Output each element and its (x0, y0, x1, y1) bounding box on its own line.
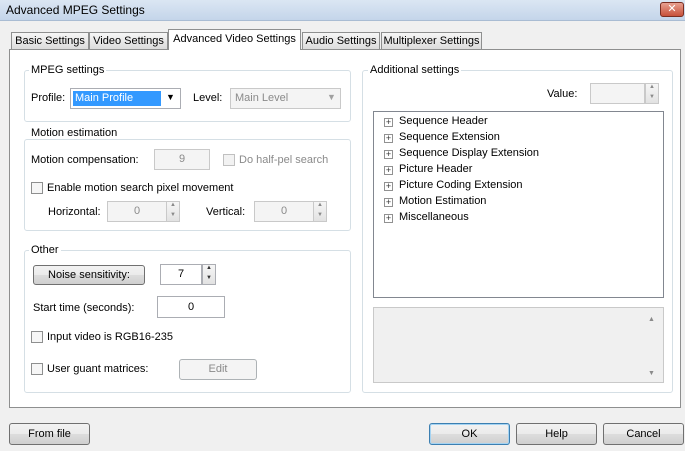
help-button[interactable]: Help (516, 423, 597, 445)
tree-expand-icon[interactable]: + (384, 182, 393, 191)
user-matrices-checkbox[interactable] (31, 363, 43, 375)
motion-compensation-field[interactable]: 9 (154, 149, 210, 170)
tree-expand-icon[interactable]: + (384, 198, 393, 207)
spin-up-icon[interactable]: ▲ (203, 265, 215, 275)
chevron-down-icon: ▼ (166, 92, 175, 102)
profile-select[interactable]: Main Profile ▼ (70, 88, 181, 109)
pixel-movement-label: Enable motion search pixel movement (47, 182, 234, 194)
mpeg-settings-title: MPEG settings (29, 64, 107, 76)
vertical-label: Vertical: (206, 206, 246, 218)
from-file-button[interactable]: From file (9, 423, 90, 445)
vertical-spinner[interactable]: ▲ ▼ (313, 201, 327, 222)
spin-up-icon[interactable]: ▲ (646, 84, 658, 94)
tab-advanced-video-settings[interactable]: Advanced Video Settings (168, 29, 301, 50)
window-title: Advanced MPEG Settings (6, 3, 145, 17)
chevron-down-icon: ▼ (327, 92, 336, 102)
scroll-down-icon[interactable]: ▼ (648, 370, 655, 377)
tree-item-sequence-extension[interactable]: Sequence Extension (399, 131, 500, 143)
spin-up-icon[interactable]: ▲ (314, 202, 326, 212)
motion-compensation-label: Motion compensation: (31, 154, 139, 166)
description-area: ▲ ▼ (373, 307, 664, 383)
half-pel-label: Do half-pel search (239, 154, 329, 166)
tree-expand-icon[interactable]: + (384, 166, 393, 175)
cancel-button[interactable]: Cancel (603, 423, 684, 445)
tree-item-picture-coding-extension[interactable]: Picture Coding Extension (399, 179, 523, 191)
spin-down-icon[interactable]: ▼ (203, 275, 215, 285)
settings-tree[interactable]: + Sequence Header + Sequence Extension +… (373, 111, 664, 298)
spin-down-icon[interactable]: ▼ (314, 212, 326, 222)
spin-up-icon[interactable]: ▲ (167, 202, 179, 212)
rgb-input-label: Input video is RGB16-235 (47, 331, 173, 343)
spin-down-icon[interactable]: ▼ (646, 94, 658, 104)
horizontal-spinner[interactable]: ▲ ▼ (166, 201, 180, 222)
start-time-field[interactable]: 0 (157, 296, 225, 318)
additional-settings-title: Additional settings (368, 64, 462, 76)
spin-down-icon[interactable]: ▼ (167, 212, 179, 222)
tree-item-miscellaneous[interactable]: Miscellaneous (399, 211, 469, 223)
user-matrices-label: User guant matrices: (47, 363, 149, 375)
other-title: Other (29, 244, 61, 256)
ok-button[interactable]: OK (429, 423, 510, 445)
tab-video-settings[interactable]: Video Settings (89, 32, 168, 49)
vertical-field[interactable]: 0 (254, 201, 314, 222)
noise-sensitivity-spinner[interactable]: ▲ ▼ (202, 264, 216, 285)
level-select[interactable]: Main Level ▼ (230, 88, 341, 109)
tree-item-motion-estimation[interactable]: Motion Estimation (399, 195, 486, 207)
tree-item-picture-header[interactable]: Picture Header (399, 163, 472, 175)
tab-multiplexer-settings[interactable]: Multiplexer Settings (381, 32, 482, 49)
start-time-label: Start time (seconds): (33, 302, 135, 314)
tree-expand-icon[interactable]: + (384, 214, 393, 223)
profile-value: Main Profile (75, 92, 134, 104)
rgb-input-checkbox[interactable] (31, 331, 43, 343)
value-spinner[interactable]: ▲ ▼ (645, 83, 659, 104)
value-field[interactable] (590, 83, 645, 104)
noise-sensitivity-label: Noise sensitivity: (48, 269, 130, 281)
level-value: Main Level (235, 92, 289, 104)
close-button[interactable]: ✕ (660, 2, 684, 17)
tree-item-sequence-header[interactable]: Sequence Header (399, 115, 488, 127)
tree-item-sequence-display-extension[interactable]: Sequence Display Extension (399, 147, 539, 159)
motion-estimation-title: Motion estimation (29, 127, 120, 139)
horizontal-label: Horizontal: (48, 206, 101, 218)
profile-label: Profile: (31, 92, 66, 104)
noise-sensitivity-button[interactable]: Noise sensitivity: (33, 265, 145, 285)
pixel-movement-checkbox[interactable] (31, 182, 43, 194)
edit-button[interactable]: Edit (179, 359, 257, 380)
tab-basic-settings[interactable]: Basic Settings (11, 32, 89, 49)
half-pel-checkbox[interactable] (223, 154, 235, 166)
horizontal-field[interactable]: 0 (107, 201, 167, 222)
level-label: Level: (193, 92, 223, 104)
scroll-up-icon[interactable]: ▲ (648, 316, 655, 323)
tree-expand-icon[interactable]: + (384, 118, 393, 127)
value-label: Value: (547, 88, 578, 100)
tab-audio-settings[interactable]: Audio Settings (302, 32, 380, 49)
tree-expand-icon[interactable]: + (384, 150, 393, 159)
noise-sensitivity-field[interactable]: 7 (160, 264, 202, 285)
tree-expand-icon[interactable]: + (384, 134, 393, 143)
